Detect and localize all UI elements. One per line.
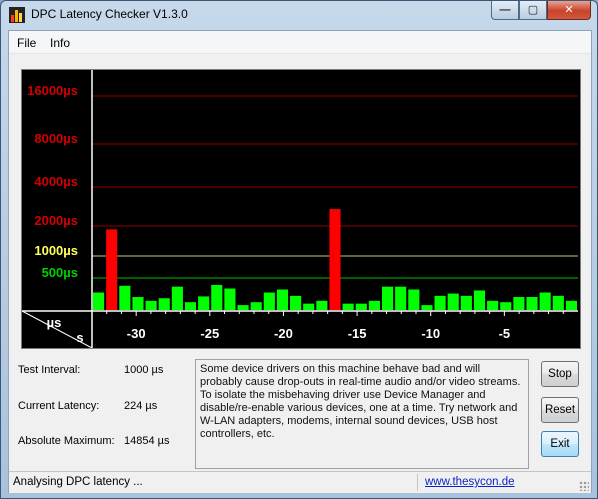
title-bar[interactable]: DPC Latency Checker V1.3.0 — ▢ ✕	[1, 1, 597, 29]
close-button[interactable]: ✕	[547, 1, 591, 20]
latency-bar	[355, 303, 367, 310]
latency-bar	[145, 300, 157, 310]
latency-bar	[119, 285, 131, 310]
app-window: DPC Latency Checker V1.3.0 — ▢ ✕ File In…	[0, 0, 598, 499]
minimize-icon: —	[499, 4, 511, 16]
x-tick-label: -30	[127, 326, 146, 341]
latency-bar	[565, 300, 577, 310]
latency-chart-svg: 16000µs 8000µs 4000µs 2000µs 1000µs 500µs µss -…	[22, 70, 578, 348]
latency-bar	[106, 229, 118, 310]
menu-file[interactable]: File	[17, 36, 36, 50]
latency-bar	[224, 288, 236, 310]
latency-bar	[250, 302, 262, 310]
latency-bar	[263, 292, 275, 310]
reset-button[interactable]: Reset	[541, 397, 579, 423]
latency-bar	[276, 289, 289, 310]
menu-info[interactable]: Info	[50, 36, 70, 50]
info-message-box: Some device drivers on this machine beha…	[195, 359, 529, 469]
absolute-maximum-value: 14854 µs	[124, 435, 170, 447]
latency-bar	[408, 289, 420, 310]
x-tick-label: -25	[200, 326, 219, 341]
x-tick-label: -15	[348, 326, 367, 341]
y-tick-label: 2000µs	[34, 213, 78, 228]
latency-bar	[132, 297, 144, 310]
test-interval-label: Test Interval:	[18, 364, 81, 376]
latency-bar	[487, 300, 499, 310]
latency-bar	[198, 296, 210, 310]
x-tick-label: -10	[421, 326, 440, 341]
status-text: Analysing DPC latency ...	[13, 476, 143, 488]
latency-bar	[342, 303, 354, 310]
latency-bar	[539, 292, 551, 310]
current-latency-label: Current Latency:	[18, 400, 100, 412]
absolute-maximum-label: Absolute Maximum:	[18, 435, 115, 447]
maximize-button[interactable]: ▢	[519, 1, 547, 20]
latency-bar	[381, 286, 394, 310]
test-interval-value: 1000 µs	[124, 364, 164, 376]
latency-bar	[513, 297, 525, 310]
status-divider	[417, 474, 418, 491]
latency-bar	[434, 295, 446, 310]
latency-bar	[184, 302, 197, 310]
website-link[interactable]: www.thesycon.de	[425, 476, 515, 488]
latency-bar	[158, 298, 170, 310]
latency-bar	[303, 303, 315, 310]
app-icon	[9, 7, 25, 23]
latency-bar	[447, 293, 459, 310]
window-title: DPC Latency Checker V1.3.0	[31, 7, 188, 21]
y-tick-label: 8000µs	[34, 131, 78, 146]
latency-bar	[290, 295, 302, 310]
y-tick-label: 4000µs	[34, 174, 78, 189]
y-unit-label: µs	[47, 315, 62, 330]
exit-button[interactable]: Exit	[541, 431, 579, 457]
x-tick-label: -20	[274, 326, 293, 341]
latency-bar	[421, 305, 433, 310]
latency-bar	[460, 295, 472, 310]
menu-bar: File Info	[9, 31, 591, 54]
latency-bar	[552, 295, 564, 310]
latency-bar	[368, 300, 380, 310]
latency-bar	[211, 284, 223, 310]
y-tick-label: 500µs	[42, 265, 78, 280]
latency-bar	[171, 286, 183, 310]
latency-bar	[500, 302, 512, 310]
status-bar: Analysing DPC latency ... www.thesycon.d…	[9, 471, 591, 493]
latency-bar	[93, 292, 105, 310]
maximize-icon: ▢	[527, 4, 539, 16]
client-area: File Info 16000µs 8000µs 4000µs 2000µs 1000µ…	[8, 30, 592, 493]
latency-chart: 16000µs 8000µs 4000µs 2000µs 1000µs 500µs µs s -…	[21, 69, 581, 349]
latency-bar	[395, 286, 407, 310]
latency-bar	[316, 300, 328, 310]
latency-bar	[473, 290, 486, 310]
caption-buttons: — ▢ ✕	[491, 1, 591, 21]
latency-bar	[526, 297, 538, 310]
latency-bar	[329, 209, 341, 310]
resize-grip-icon[interactable]	[579, 481, 589, 491]
y-tick-label: 16000µs	[27, 83, 78, 98]
close-icon: ✕	[564, 4, 574, 16]
latency-bar	[237, 305, 249, 310]
minimize-button[interactable]: —	[491, 1, 519, 20]
current-latency-value: 224 µs	[124, 400, 158, 412]
x-unit-label: s	[76, 330, 83, 345]
x-tick-label: -5	[499, 326, 511, 341]
stop-button[interactable]: Stop	[541, 361, 579, 387]
y-tick-label: 1000µs	[34, 243, 78, 258]
